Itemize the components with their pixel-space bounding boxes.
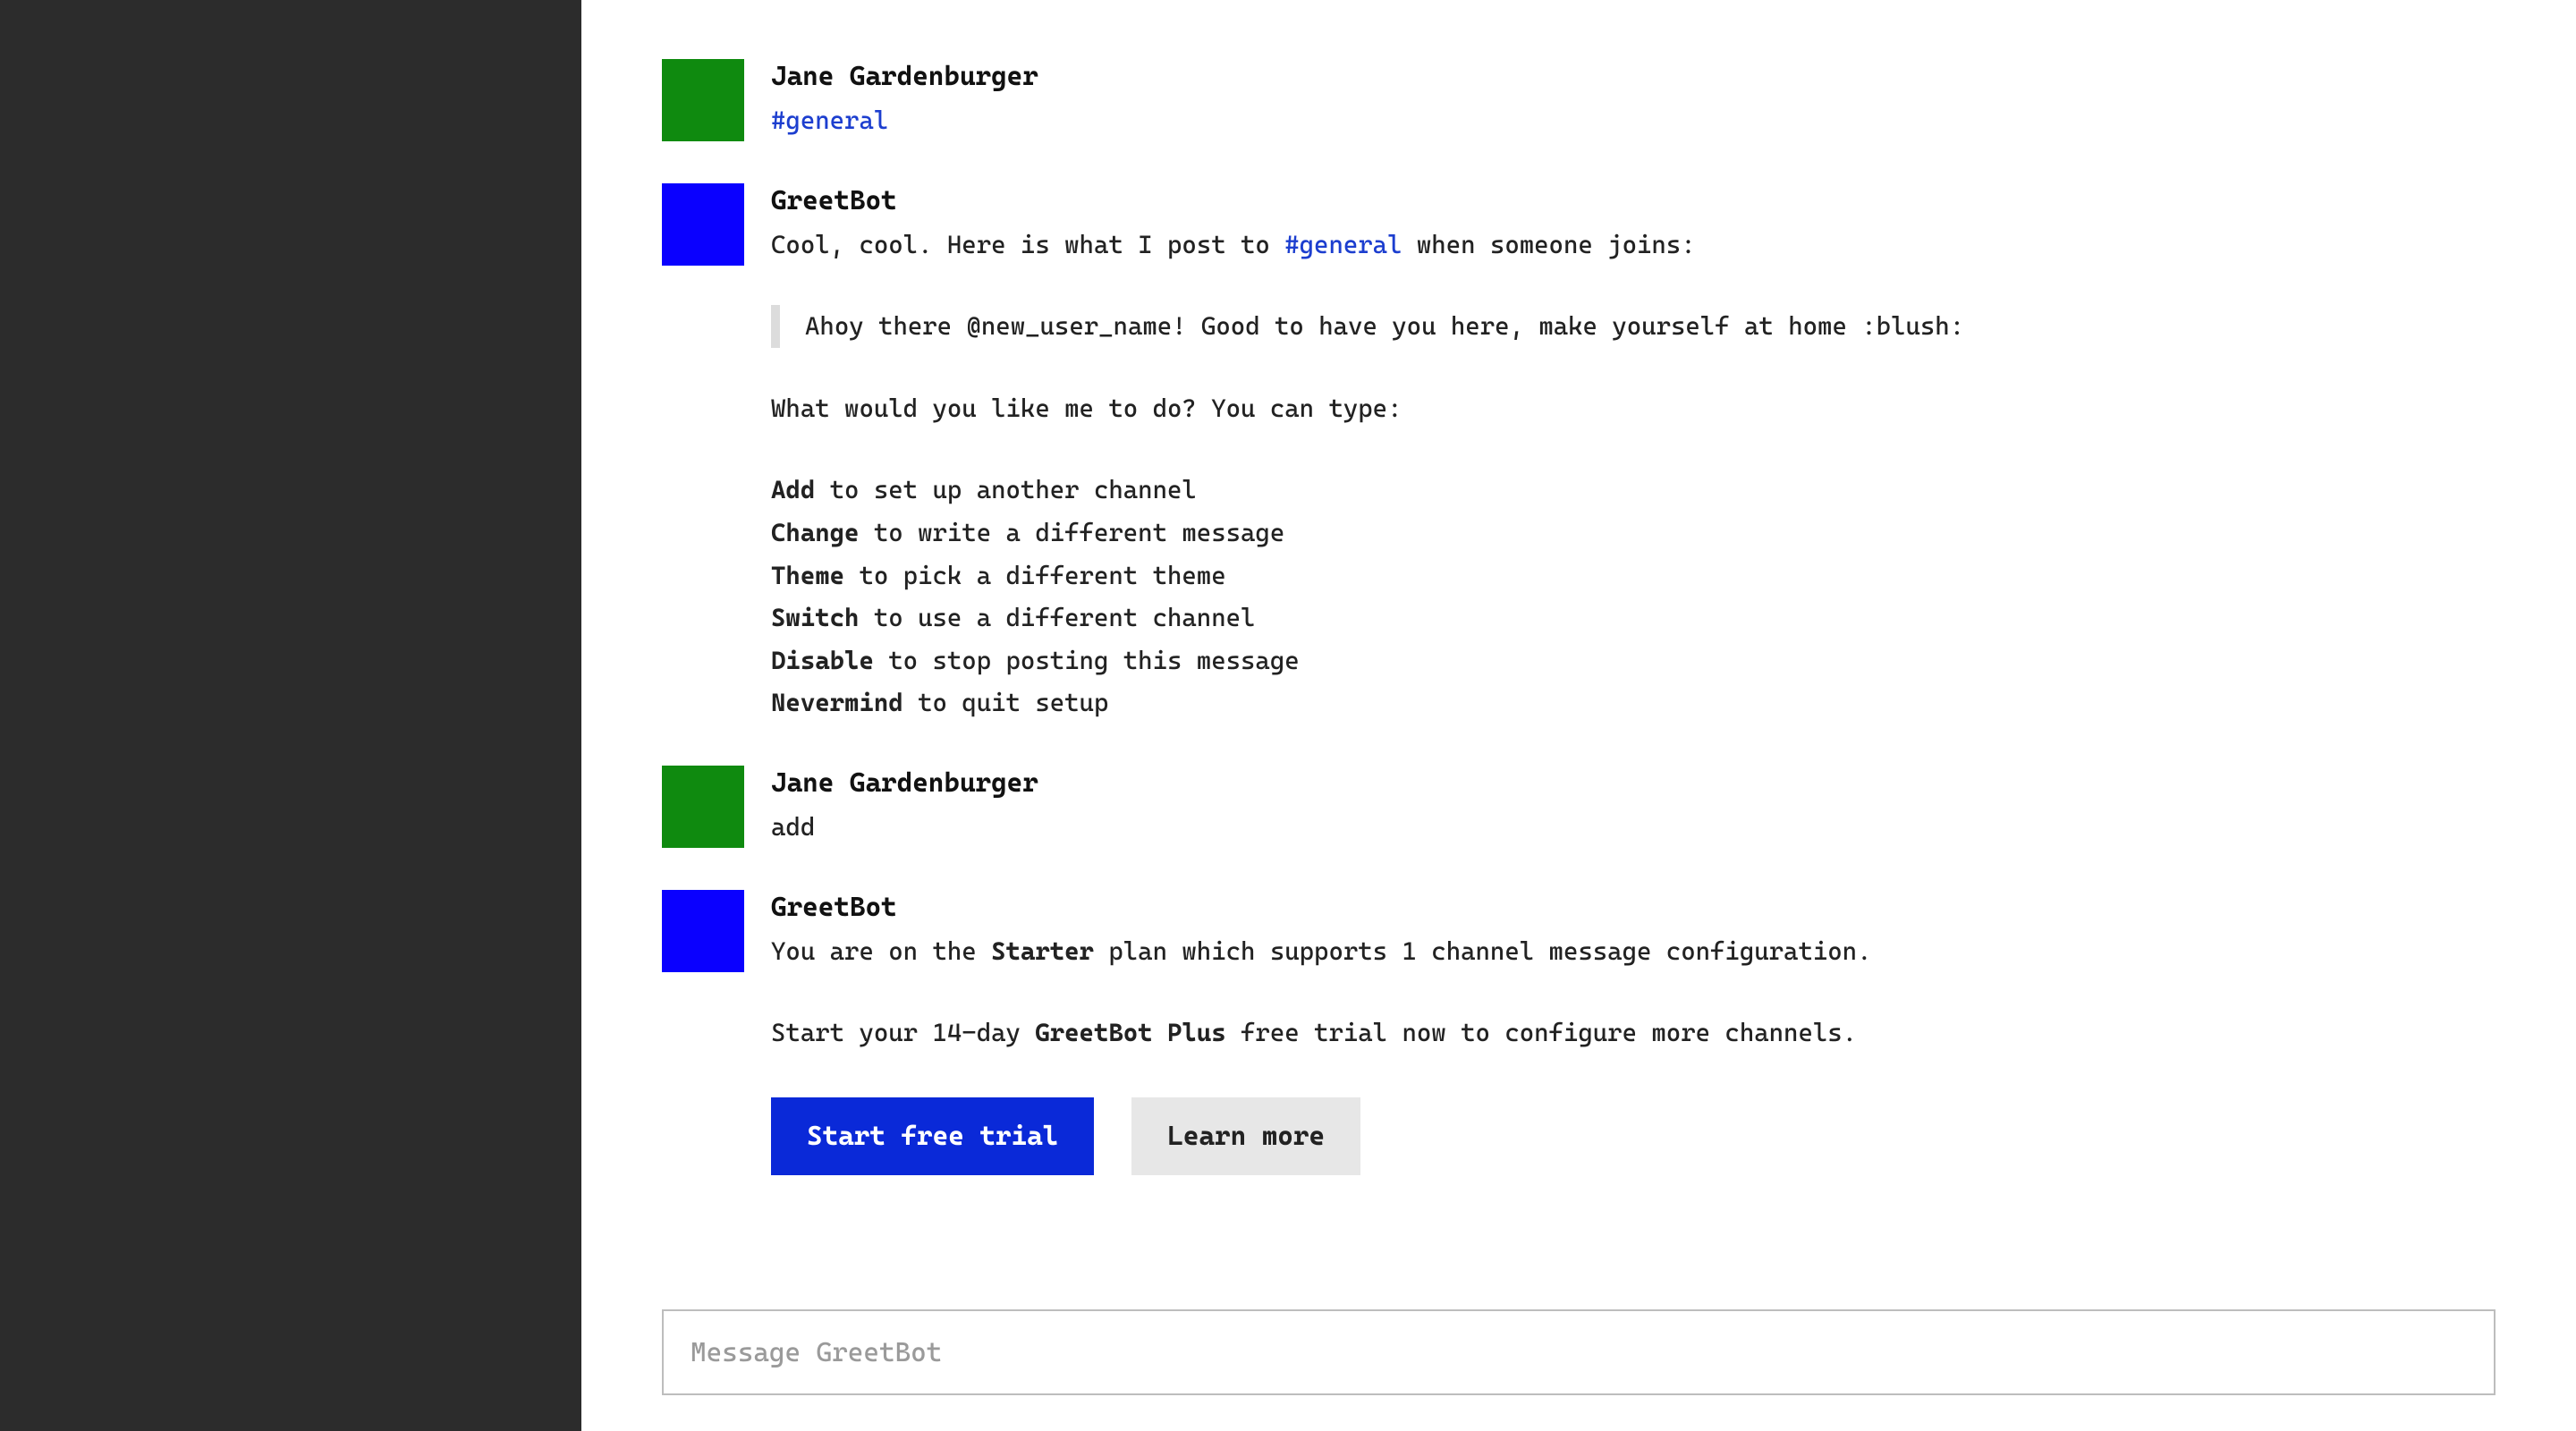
command-description: to write a different message: [859, 518, 1284, 547]
message-author: Jane Gardenburger: [771, 54, 2496, 99]
command-keyword: Nevermind: [771, 688, 903, 717]
command-keyword: Change: [771, 518, 859, 547]
message-text: You are on the Starter plan which suppor…: [771, 930, 2496, 973]
command-description: to pick a different theme: [844, 561, 1226, 590]
text-fragment: You are on the: [771, 936, 991, 966]
text-bold: GreetBot Plus: [1035, 1018, 1225, 1047]
message-author: GreetBot: [771, 885, 2496, 930]
app-root: Jane Gardenburger #general GreetBot Cool…: [0, 0, 2576, 1431]
message: Jane Gardenburger add: [662, 760, 2496, 849]
command-line: Theme to pick a different theme: [771, 555, 2496, 597]
message-author: GreetBot: [771, 178, 2496, 224]
avatar: [662, 59, 744, 141]
command-keyword: Theme: [771, 561, 844, 590]
text-fragment: when someone joins:: [1402, 230, 1695, 259]
text-fragment: Cool, cool. Here is what I post to: [771, 230, 1284, 259]
sidebar: [0, 0, 581, 1431]
text-fragment: Start your 14-day: [771, 1018, 1035, 1047]
avatar: [662, 766, 744, 848]
learn-more-button[interactable]: Learn more: [1131, 1097, 1360, 1175]
command-description: to set up another channel: [815, 475, 1197, 504]
command-description: to quit setup: [903, 688, 1109, 717]
command-keyword: Switch: [771, 603, 859, 632]
message-body: GreetBot Cool, cool. Here is what I post…: [771, 178, 2496, 724]
command-description: to use a different channel: [859, 603, 1255, 632]
main-panel: Jane Gardenburger #general GreetBot Cool…: [581, 0, 2576, 1431]
text-bold: Starter: [991, 936, 1094, 966]
text-fragment: free trial now to configure more channel…: [1226, 1018, 1857, 1047]
command-keyword: Add: [771, 475, 815, 504]
command-line: Disable to stop posting this message: [771, 639, 2496, 682]
quote-bar: [771, 305, 780, 348]
message: Jane Gardenburger #general: [662, 54, 2496, 142]
button-row: Start free trial Learn more: [771, 1097, 2496, 1175]
command-list: Add to set up another channelChange to w…: [771, 469, 2496, 724]
command-description: to stop posting this message: [874, 646, 1300, 675]
message-text: #general: [771, 99, 2496, 142]
message-author: Jane Gardenburger: [771, 760, 2496, 806]
channel-mention[interactable]: #general: [1284, 230, 1402, 259]
message-text: Start your 14-day GreetBot Plus free tri…: [771, 1012, 2496, 1054]
text-fragment: plan which supports 1 channel message co…: [1094, 936, 1872, 966]
message-body: Jane Gardenburger add: [771, 760, 2496, 849]
message: GreetBot You are on the Starter plan whi…: [662, 885, 2496, 1175]
prompt-text: What would you like me to do? You can ty…: [771, 387, 2496, 430]
message-text: Cool, cool. Here is what I post to #gene…: [771, 224, 2496, 267]
message-body: GreetBot You are on the Starter plan whi…: [771, 885, 2496, 1175]
message-composer: [662, 1309, 2496, 1395]
message-text: add: [771, 806, 2496, 849]
channel-mention[interactable]: #general: [771, 106, 888, 135]
command-keyword: Disable: [771, 646, 874, 675]
message-list: Jane Gardenburger #general GreetBot Cool…: [662, 54, 2496, 1175]
avatar: [662, 890, 744, 972]
command-line: Switch to use a different channel: [771, 597, 2496, 639]
start-free-trial-button[interactable]: Start free trial: [771, 1097, 1094, 1175]
quoted-block: Ahoy there @new_user_name! Good to have …: [771, 305, 2496, 348]
avatar: [662, 183, 744, 266]
message: GreetBot Cool, cool. Here is what I post…: [662, 178, 2496, 724]
command-line: Nevermind to quit setup: [771, 682, 2496, 724]
quote-text: Ahoy there @new_user_name! Good to have …: [805, 305, 1964, 348]
message-input[interactable]: [662, 1309, 2496, 1395]
message-body: Jane Gardenburger #general: [771, 54, 2496, 142]
command-line: Change to write a different message: [771, 512, 2496, 555]
command-line: Add to set up another channel: [771, 469, 2496, 512]
